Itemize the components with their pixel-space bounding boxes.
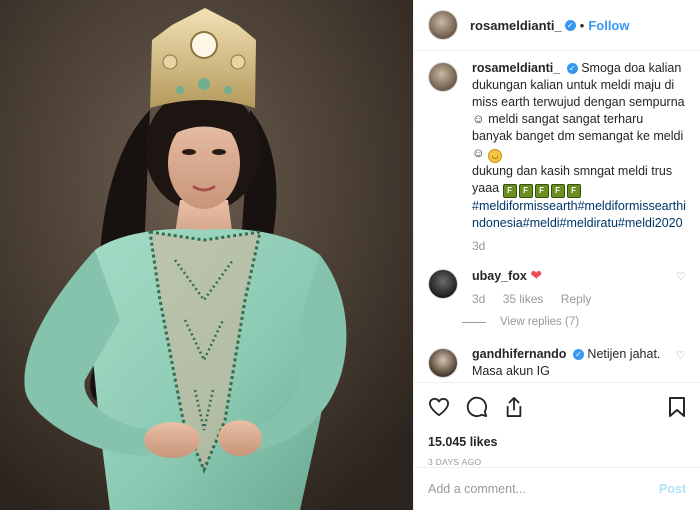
follow-button[interactable]: Follow [588,18,629,33]
flag-emoji-icon: F [518,184,533,198]
avatar[interactable] [428,62,458,92]
header-username[interactable]: rosameldianti_ [470,18,562,33]
caption-text: Smoga doa kalian dukungan kalian untuk m… [472,61,685,160]
comment-bubble-icon[interactable] [466,396,488,418]
comments-list[interactable]: rosameldianti_ ✓ Smoga doa kalian dukung… [414,60,700,382]
post-image-illustration [0,0,413,510]
post-actions: 15.045 likes 3 DAYS AGO [414,382,700,467]
replies-divider-line [462,321,486,323]
red-heart-icon: ❤ [530,267,543,283]
post-header: rosameldianti_ ✓ • Follow [414,0,700,51]
post-photo[interactable] [0,0,413,510]
verified-badge-icon: ✓ [566,63,578,74]
post-time-ago: 3 DAYS AGO [428,457,482,467]
like-comment-heart-icon[interactable]: ♡ [676,348,686,365]
avatar[interactable] [428,10,458,40]
comment-username[interactable]: ubay_fox [472,269,527,283]
view-replies-label: View replies (7) [500,316,580,328]
share-icon[interactable] [504,396,524,418]
likes-count[interactable]: 15.045 likes [428,435,686,449]
action-icons [428,395,686,419]
post-sidebar: rosameldianti_ ✓ • Follow rosameldianti_… [413,0,700,510]
like-heart-icon[interactable] [428,397,450,417]
verified-badge-icon: ✓ [572,349,584,360]
separator-dot: • [579,17,585,33]
grin-emoji-icon: ◡ [488,149,503,163]
add-comment-bar: Add a comment... Post [414,467,700,510]
comment-username[interactable]: gandhifernando [472,347,566,361]
comment-item: ♡ gandhifernando ✓ Netijen jahat. Masa a… [414,346,700,380]
add-comment-input[interactable]: Add a comment... [428,482,659,496]
caption-time: 3d [472,239,486,253]
flag-emoji-icon: F [502,184,517,198]
caption-username[interactable]: rosameldianti_ [472,61,560,75]
verified-badge-icon: ✓ [564,19,576,31]
comment-meta: 3d 35 likes Reply [472,291,686,308]
avatar[interactable] [428,348,458,378]
like-comment-heart-icon[interactable]: ♡ [676,269,686,286]
reply-button[interactable]: Reply [561,292,592,306]
flag-emoji-icon: F [534,184,549,198]
comment-item: ♡ ubay_fox ❤ 3d 35 likes Reply [414,267,700,308]
flag-emoji-icon: F [566,184,581,198]
view-replies-button[interactable]: View replies (7) [462,316,700,328]
caption: rosameldianti_ ✓ Smoga doa kalian dukung… [414,60,700,255]
comment-likes[interactable]: 35 likes [503,292,544,306]
post-container: rosameldianti_ ✓ • Follow rosameldianti_… [0,0,700,510]
caption-hashtags[interactable]: #meldiformissearth#meldiformissearthindo… [472,198,686,232]
caption-meta: 3d [472,238,686,255]
comment-time: 3d [472,292,486,306]
post-comment-button[interactable]: Post [659,482,686,496]
avatar[interactable] [428,269,458,299]
flag-emoji-icon: F [550,184,565,198]
bookmark-icon[interactable] [668,396,686,418]
